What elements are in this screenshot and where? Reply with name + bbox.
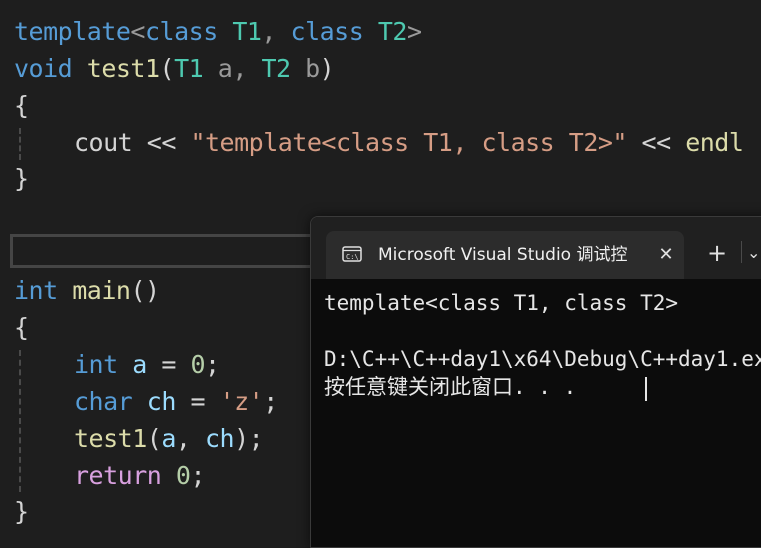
code-token: = [146, 350, 191, 379]
code-token: 0 [175, 461, 191, 490]
code-token: test1 [74, 424, 147, 453]
code-line: int a = 0; [14, 346, 220, 383]
svg-text:C:\: C:\ [346, 253, 359, 261]
code-token: T2 [261, 54, 291, 83]
code-token: cout [74, 128, 133, 157]
code-token: main [72, 276, 131, 305]
code-token: ch [205, 424, 235, 453]
code-token: ; [190, 461, 205, 490]
code-token: << [132, 128, 191, 157]
code-line: } [14, 160, 29, 197]
code-token: b [290, 54, 320, 83]
tab-title: Microsoft Visual Studio 调试控 [378, 245, 628, 265]
code-line: template<class T1, class T2> [14, 13, 422, 50]
code-token: 'z' [219, 387, 264, 416]
code-line: char ch = 'z'; [14, 383, 278, 420]
code-token: a [161, 424, 176, 453]
code-token: ch [146, 387, 177, 416]
code-line: cout << "template<class T1, class T2>" <… [14, 124, 744, 161]
code-token: T1 [232, 17, 262, 46]
code-token: , [175, 424, 205, 453]
code-token: ) [319, 54, 335, 83]
code-token: ); [234, 424, 264, 453]
code-token: > [406, 17, 422, 46]
code-token: char [74, 387, 133, 416]
code-line: int main() [14, 272, 160, 309]
code-token: ( [159, 54, 175, 83]
debug-console-window[interactable]: C:\ Microsoft Visual Studio 调试控 ✕ + ⌄ te… [310, 216, 761, 548]
code-token: test1 [86, 54, 160, 83]
code-line: return 0; [14, 457, 205, 494]
code-token: 0 [190, 350, 205, 379]
code-token: () [130, 276, 160, 305]
code-token: T2 [377, 17, 408, 46]
code-line: } [14, 493, 29, 530]
chevron-down-icon[interactable]: ⌄ [747, 241, 761, 265]
text-cursor [645, 377, 647, 401]
code-token: T1 [174, 54, 204, 83]
code-line: { [14, 309, 29, 346]
code-token: << [626, 128, 686, 157]
tab-debug-console[interactable]: C:\ Microsoft Visual Studio 调试控 ✕ [326, 231, 684, 279]
code-token: ; [263, 387, 278, 416]
code-token: } [14, 164, 29, 193]
code-token: < [130, 17, 145, 46]
code-token: void [14, 54, 73, 83]
code-line: test1(a, ch); [14, 420, 264, 457]
code-token: , [261, 17, 291, 46]
code-token: return [74, 461, 162, 490]
code-token: a [132, 350, 147, 379]
new-tab-button[interactable]: + [703, 239, 731, 267]
code-token: int [74, 350, 118, 379]
console-line: 按任意键关闭此窗口. . . [324, 375, 577, 399]
code-token: "template<class T1, class T2>" [190, 128, 627, 157]
console-line: D:\C++\C++day1\x64\Debug\C++day1.exe [324, 347, 761, 371]
code-token: endl [685, 128, 744, 157]
code-token: template [14, 17, 131, 46]
console-line: template<class T1, class T2> [324, 291, 679, 315]
code-token: } [14, 497, 29, 526]
code-token: { [14, 91, 29, 120]
code-token: { [14, 313, 29, 342]
code-token: int [14, 276, 58, 305]
tab-bar: C:\ Microsoft Visual Studio 调试控 ✕ + ⌄ [311, 217, 761, 279]
current-line-highlight [10, 234, 315, 268]
code-token: ( [146, 424, 162, 453]
close-icon[interactable]: ✕ [656, 245, 676, 265]
code-token: = [175, 387, 220, 416]
tab-separator [741, 241, 742, 263]
code-line: void test1(T1 a, T2 b) [14, 50, 335, 87]
terminal-icon: C:\ [342, 246, 362, 262]
console-output[interactable]: template<class T1, class T2> D:\C++\C++d… [311, 279, 761, 547]
code-token: a, [203, 54, 262, 83]
code-token: class [144, 17, 218, 46]
code-token: ; [205, 350, 220, 379]
code-line: { [14, 87, 29, 124]
code-token: class [290, 17, 364, 46]
